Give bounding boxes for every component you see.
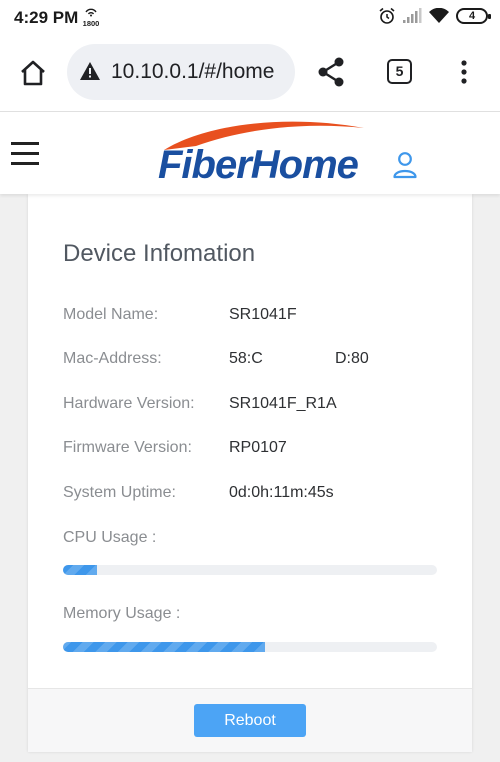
info-value: 58:C [229, 350, 263, 367]
info-row-firmware: Firmware Version: RP0107 [63, 439, 453, 463]
browser-toolbar: 10.10.0.1/#/home 5 [0, 34, 500, 112]
hamburger-menu-icon[interactable] [11, 142, 39, 165]
url-text[interactable]: 10.10.0.1/#/home [111, 60, 274, 84]
info-label: Model Name: [63, 306, 159, 323]
tabs-icon[interactable]: 5 [387, 59, 412, 84]
info-value: SR1041F_R1A [229, 395, 337, 412]
hotspot-icon: 1800 [80, 5, 102, 28]
content-area: Device Infomation Model Name: SR1041F Ma… [0, 194, 500, 762]
app-header: FiberHome [0, 112, 500, 194]
info-value: D:80 [335, 350, 369, 367]
page-title: Device Infomation [63, 240, 256, 267]
card-footer: Reboot [28, 688, 472, 752]
logo-text: FiberHome [158, 143, 359, 187]
status-time: 4:29 PM [14, 8, 79, 27]
info-row-hardware: Hardware Version: SR1041F_R1A [63, 395, 453, 419]
info-row-uptime: System Uptime: 0d:0h:11m:45s [63, 484, 453, 508]
cpu-usage-label: CPU Usage : [63, 529, 157, 546]
home-icon[interactable] [18, 58, 48, 88]
info-label: Firmware Version: [63, 439, 192, 456]
info-value: 0d:0h:11m:45s [229, 484, 334, 501]
cpu-usage-fill [63, 565, 97, 575]
reboot-button[interactable]: Reboot [194, 704, 306, 737]
memory-usage-bar [63, 642, 437, 652]
memory-usage-fill [63, 642, 265, 652]
info-row-mac: Mac-Address: 58:C D:80 [63, 348, 453, 374]
fiberhome-logo: FiberHome [156, 116, 368, 188]
alarm-icon [379, 7, 395, 24]
more-vert-icon[interactable] [460, 59, 468, 85]
hotspot-speed: 1800 [83, 19, 100, 27]
info-row-model: Model Name: SR1041F [63, 306, 453, 330]
status-bar: 4:29 PM 1800 4 [0, 0, 500, 34]
battery-icon: 4 [456, 8, 491, 24]
device-info-card: Device Infomation Model Name: SR1041F Ma… [28, 194, 472, 752]
info-value: SR1041F [229, 306, 297, 323]
user-icon[interactable] [392, 150, 418, 180]
address-bar[interactable]: 10.10.0.1/#/home [67, 44, 295, 100]
info-label: Mac-Address: [63, 350, 162, 367]
share-icon[interactable] [316, 56, 346, 88]
cpu-usage-bar [63, 565, 437, 575]
warning-icon[interactable] [79, 61, 101, 81]
info-label: System Uptime: [63, 484, 176, 501]
memory-usage-label: Memory Usage : [63, 605, 181, 622]
info-label: Hardware Version: [63, 395, 195, 412]
info-value: RP0107 [229, 439, 287, 456]
status-icons: 4 [378, 7, 491, 25]
wifi-icon [429, 8, 449, 23]
signal-icon [403, 8, 422, 23]
